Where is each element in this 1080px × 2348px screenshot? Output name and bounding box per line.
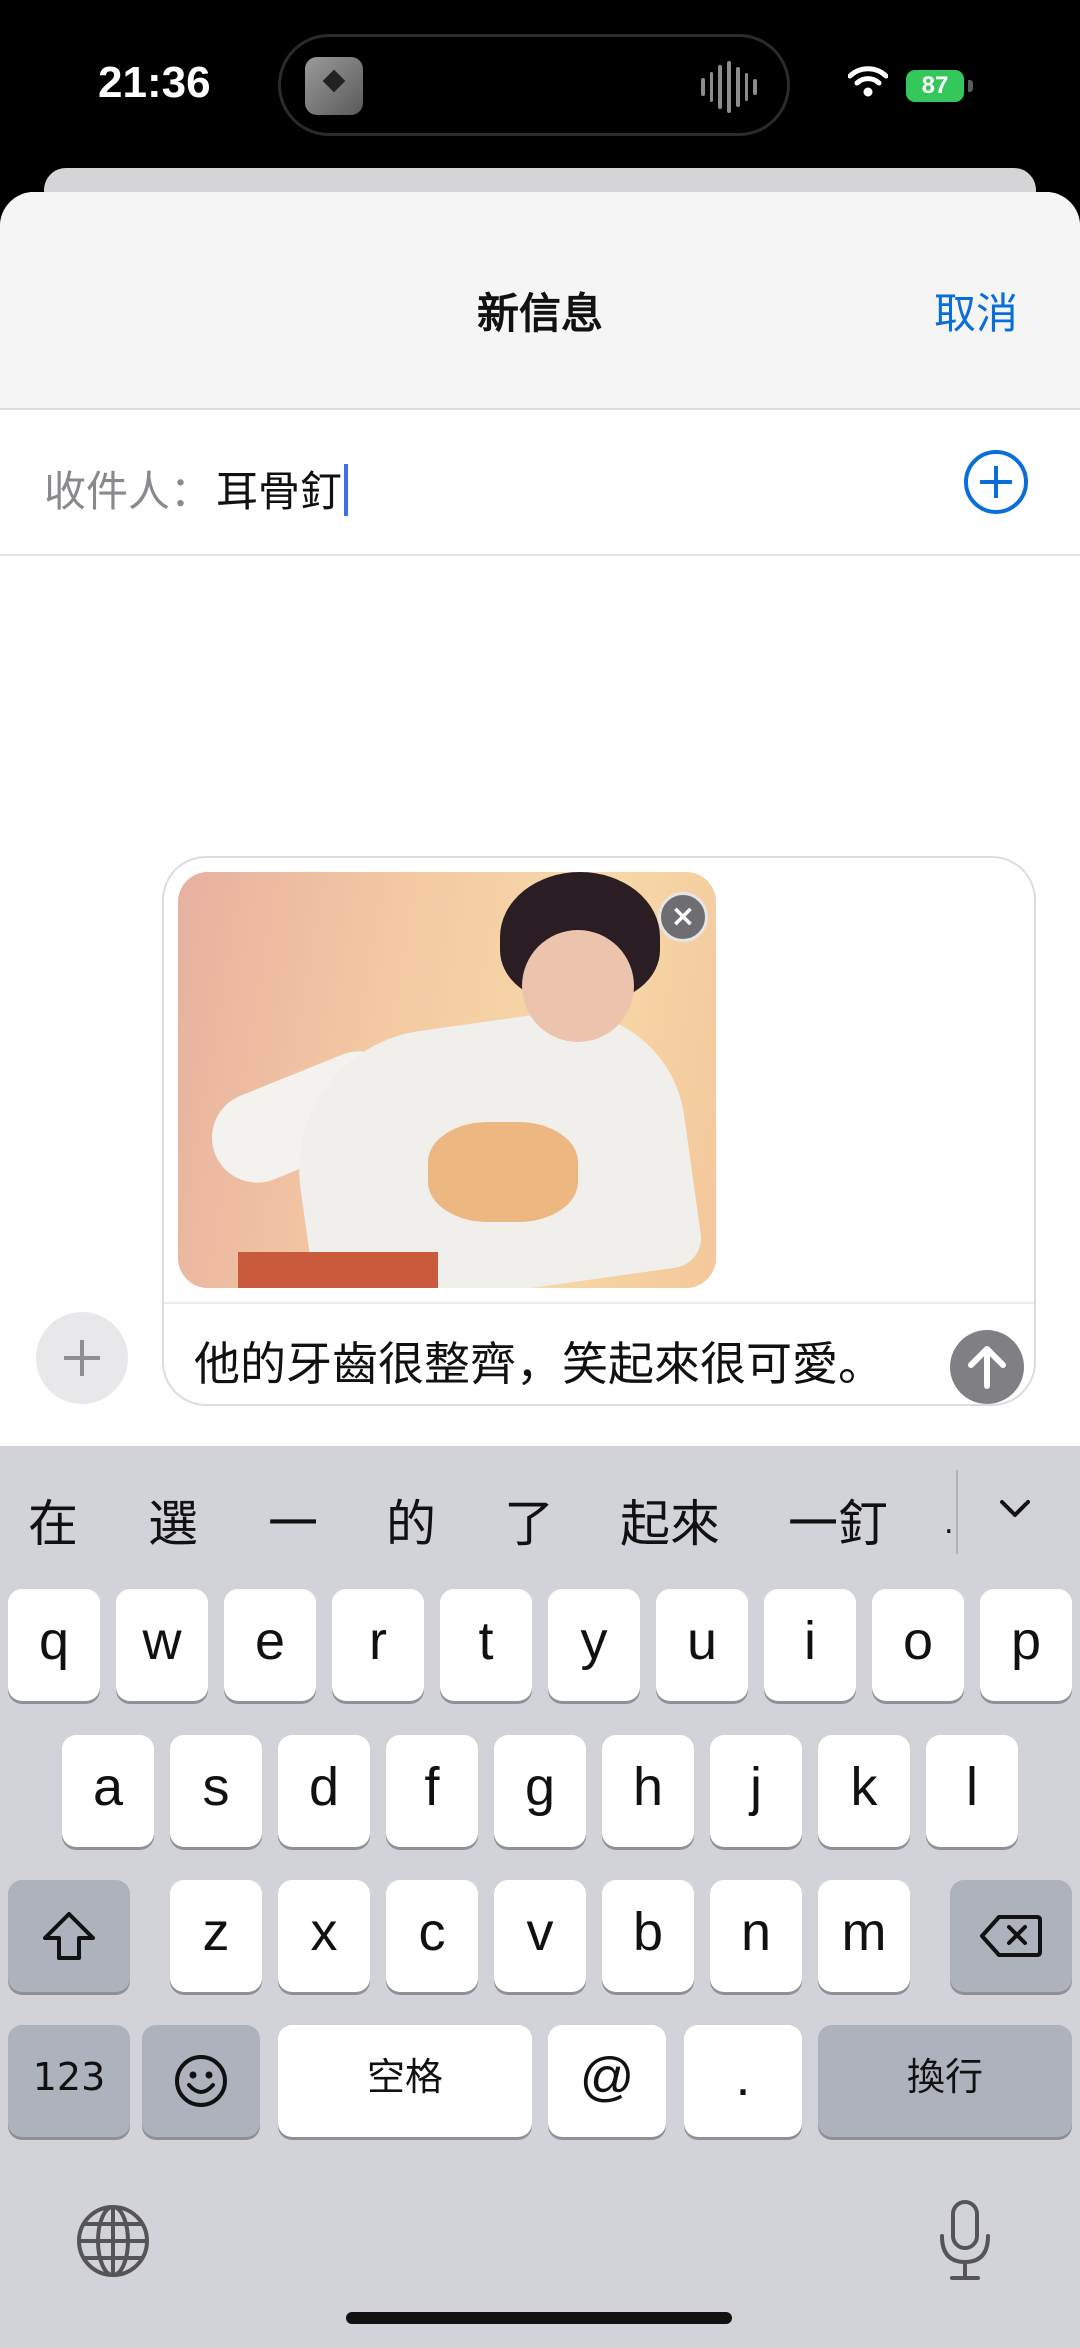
- battery-nub: [968, 80, 973, 92]
- message-input[interactable]: 他的牙齒很整齊，笑起來很可愛。: [194, 1328, 884, 1394]
- key-g[interactable]: g: [494, 1735, 586, 1847]
- key-c[interactable]: c: [386, 1880, 478, 1992]
- photo-shirt-print: [428, 1122, 578, 1222]
- recipient-input[interactable]: 耳骨釘: [216, 458, 349, 519]
- key-y[interactable]: y: [548, 1589, 640, 1701]
- text-cursor: [344, 464, 349, 516]
- key-b[interactable]: b: [602, 1880, 694, 1992]
- recipient-text: 耳骨釘: [216, 467, 343, 516]
- key-m[interactable]: m: [818, 1880, 910, 1992]
- shift-icon: [43, 1911, 95, 1960]
- numbers-key[interactable]: 123: [8, 2025, 130, 2137]
- candidate-item[interactable]: 了: [504, 1484, 554, 1556]
- candidate-item[interactable]: 一釘: [788, 1484, 888, 1556]
- key-u[interactable]: u: [656, 1589, 748, 1701]
- keyboard: 在 選 一 的 了 起來 一釘 . q w e r t y u i o p a …: [0, 1446, 1080, 2348]
- candidate-item[interactable]: 一: [268, 1484, 318, 1556]
- candidate-item[interactable]: 起來: [620, 1484, 720, 1556]
- now-playing-artwork: [305, 57, 363, 115]
- key-e[interactable]: e: [224, 1589, 316, 1701]
- key-f[interactable]: f: [386, 1735, 478, 1847]
- key-t[interactable]: t: [440, 1589, 532, 1701]
- attached-photo[interactable]: ×: [178, 872, 716, 1288]
- key-d[interactable]: d: [278, 1735, 370, 1847]
- remove-attachment-close-icon[interactable]: ×: [658, 892, 708, 942]
- battery-indicator: 87: [906, 70, 964, 102]
- period-key[interactable]: .: [684, 2025, 802, 2137]
- attach-plus-button[interactable]: [36, 1312, 128, 1404]
- key-n[interactable]: n: [710, 1880, 802, 1992]
- chevron-down-icon[interactable]: [998, 1492, 1032, 1526]
- key-r[interactable]: r: [332, 1589, 424, 1701]
- dynamic-island[interactable]: [278, 34, 790, 136]
- delete-icon: [980, 1914, 1042, 1957]
- home-indicator: [346, 2312, 732, 2324]
- candidate-item[interactable]: .: [944, 1506, 954, 1541]
- page-title: 新信息: [476, 289, 603, 338]
- key-i[interactable]: i: [764, 1589, 856, 1701]
- send-arrow-icon[interactable]: [950, 1330, 1024, 1404]
- globe-icon[interactable]: [74, 2202, 152, 2280]
- key-p[interactable]: p: [980, 1589, 1072, 1701]
- microphone-icon[interactable]: [934, 2198, 996, 2284]
- return-key[interactable]: 換行: [818, 2025, 1072, 2137]
- emoji-key[interactable]: [142, 2025, 260, 2137]
- key-a[interactable]: a: [62, 1735, 154, 1847]
- add-contact-icon[interactable]: [964, 450, 1028, 514]
- key-x[interactable]: x: [278, 1880, 370, 1992]
- key-w[interactable]: w: [116, 1589, 208, 1701]
- status-time: 21:36: [98, 58, 211, 107]
- key-j[interactable]: j: [710, 1735, 802, 1847]
- wifi-icon: [848, 66, 888, 97]
- candidate-item[interactable]: 的: [386, 1484, 436, 1556]
- candidate-item[interactable]: 在: [28, 1484, 78, 1556]
- photo-face: [522, 930, 634, 1042]
- candidate-bar: 在 選 一 的 了 起來 一釘 .: [0, 1446, 1080, 1586]
- recipient-row[interactable]: 收件人： 耳骨釘: [0, 410, 1080, 556]
- key-z[interactable]: z: [170, 1880, 262, 1992]
- navigation-bar: 新信息 取消: [0, 192, 1080, 410]
- message-compose-field[interactable]: × 他的牙齒很整齊，笑起來很可愛。: [162, 856, 1036, 1406]
- space-key[interactable]: 空格: [278, 2025, 532, 2137]
- recipient-label: 收件人：: [44, 467, 213, 516]
- key-l[interactable]: l: [926, 1735, 1018, 1847]
- key-o[interactable]: o: [872, 1589, 964, 1701]
- shift-key[interactable]: [8, 1880, 130, 1992]
- status-bar: 21:36 87: [0, 0, 1080, 165]
- emoji-icon: [175, 2054, 227, 2107]
- at-key[interactable]: @: [548, 2025, 666, 2137]
- audio-waveform-icon: [701, 61, 758, 113]
- candidate-separator: [956, 1470, 958, 1554]
- key-v[interactable]: v: [494, 1880, 586, 1992]
- photo-shorts: [238, 1252, 438, 1288]
- candidate-item[interactable]: 選: [148, 1484, 198, 1556]
- compose-divider: [164, 1302, 1034, 1304]
- key-q[interactable]: q: [8, 1589, 100, 1701]
- delete-key[interactable]: [950, 1880, 1072, 1992]
- cancel-button[interactable]: 取消: [934, 280, 1018, 341]
- key-s[interactable]: s: [170, 1735, 262, 1847]
- key-k[interactable]: k: [818, 1735, 910, 1847]
- key-h[interactable]: h: [602, 1735, 694, 1847]
